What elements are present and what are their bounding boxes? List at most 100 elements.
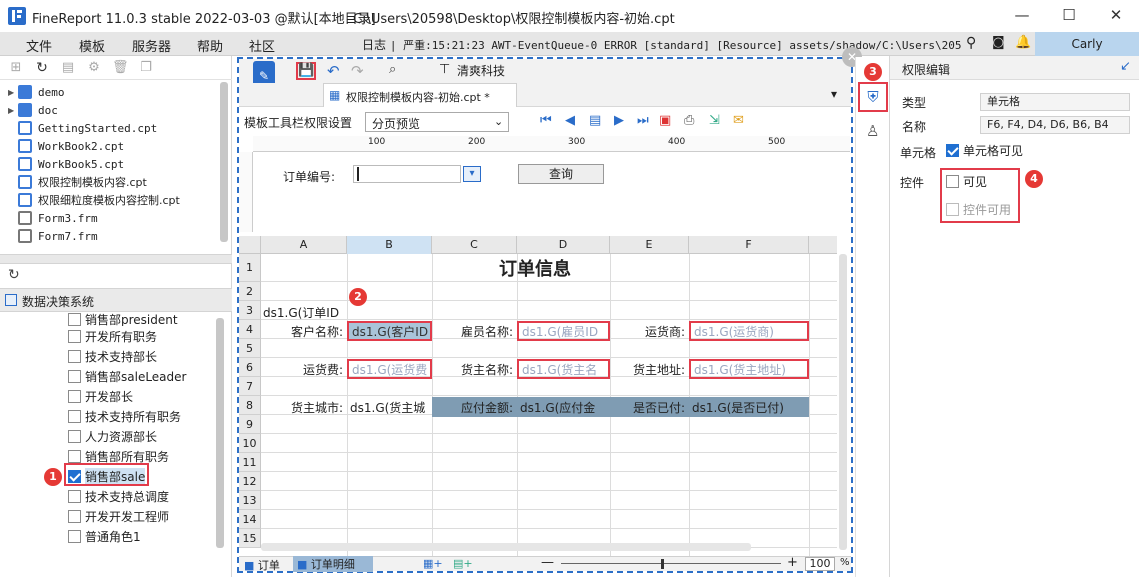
user-name[interactable]: Carly [1035,32,1139,56]
file-item[interactable]: ▶ demo [8,83,65,101]
bell-icon[interactable]: 🔔 [1015,35,1031,50]
role-item[interactable]: 开发所有职务 [68,326,157,346]
row-header[interactable]: 5 [239,339,261,358]
prev-page-icon[interactable]: ◀ [565,113,575,128]
grid-vertical-scrollbar[interactable] [839,254,847,550]
panel-splitter[interactable] [0,254,232,264]
preview-icon[interactable]: ⌕ [389,62,396,77]
cell-b4[interactable]: ds1.G(客户ID [347,321,432,341]
cell-f6[interactable]: ds1.G(货主地址) [689,359,809,379]
order-id-input[interactable] [353,165,461,183]
column-header[interactable]: C [432,236,517,254]
refresh-roles-icon[interactable]: ↻ [8,267,20,283]
bubble-icon[interactable]: ◙ [992,35,1005,50]
last-page-icon[interactable]: ⏭ [637,113,649,128]
role-item[interactable]: 技术支持部长 [68,346,157,366]
menu-help[interactable]: 帮助 [197,36,223,55]
add-sheet-icon[interactable]: ▦+ [423,557,443,570]
redo-icon[interactable]: ↷ [351,62,364,80]
file-item[interactable]: WorkBook2.cpt [8,137,124,155]
report-title[interactable]: 订单信息 [261,254,809,282]
zoom-in-icon[interactable]: + [787,555,798,570]
undo-icon[interactable]: ↶ [327,62,340,80]
row-header[interactable]: 15 [239,529,261,548]
row-header[interactable]: 6 [239,358,261,377]
export-pdf-icon[interactable]: ▣ [659,113,671,128]
maximize-button[interactable]: ☐ [1046,0,1092,32]
log-line[interactable]: 日志 | 严重:15:21:23 AWT-EventQueue-0 ERROR … [362,36,962,53]
gear-icon[interactable]: ⚙ [86,60,102,76]
column-header[interactable]: B [347,236,432,254]
file-tree-scrollbar[interactable] [220,82,228,242]
role-item[interactable]: 销售部saleLeader [68,366,186,386]
checkbox-unchecked[interactable] [68,409,81,423]
delete-icon[interactable]: 🗑 [112,60,129,76]
minimize-button[interactable]: — [999,0,1045,32]
cell-b6[interactable]: ds1.G(运货费 [347,359,432,379]
role-item[interactable]: 开发开发工程师 [68,506,169,526]
row-header[interactable]: 2 [239,282,261,301]
email-icon[interactable]: ✉ [733,113,744,128]
cell-e4[interactable]: 运货商: [610,321,689,341]
tab-menu-icon[interactable]: ▾ [831,87,837,101]
zoom-slider-track[interactable] [561,563,781,564]
cell-c4[interactable]: 雇员名称: [432,321,517,341]
row-header[interactable]: 3 [239,301,261,320]
row-header[interactable]: 10 [239,434,261,453]
cell-b3[interactable]: ds1.G(订单ID [261,302,381,322]
print-icon[interactable]: ⎙ [684,113,694,128]
file-item[interactable]: 权限控制模板内容.cpt [8,173,147,191]
zoom-value[interactable]: 100 [805,557,835,571]
row-header[interactable]: 7 [239,377,261,396]
file-item[interactable]: WorkBook5.cpt [8,155,124,173]
column-header[interactable]: F [689,236,809,254]
report-grid[interactable]: A B C D E F 1 2 3 4 5 6 7 8 9 10 11 12 13 14 15 订单信息 d… [239,236,837,556]
file-item[interactable]: GettingStarted.cpt [8,119,157,137]
cell-f8[interactable]: ds1.G(是否已付) [689,397,809,417]
cell-a6[interactable]: 运货费: [261,359,347,379]
save-icon[interactable]: 💾 [296,62,316,80]
preview-select[interactable]: 分页预览 ⌄ [365,112,509,132]
column-header[interactable]: D [517,236,610,254]
file-item[interactable]: 权限细粒度模板内容控制.cpt [8,191,180,209]
checkbox-unchecked[interactable] [68,389,81,403]
role-item[interactable]: 普通角色1 [68,526,141,546]
user-icon[interactable]: ♙ [866,122,879,140]
export-icon[interactable]: ⇲ [709,113,720,128]
column-header[interactable]: E [610,236,689,254]
widget-visible-checkbox[interactable]: 可见 [946,173,987,190]
row-header[interactable]: 9 [239,415,261,434]
row-header[interactable]: 12 [239,472,261,491]
close-button[interactable]: ✕ [1093,0,1139,32]
add-form-icon[interactable]: ▤+ [453,557,473,570]
cell-c6[interactable]: 货主名称: [432,359,517,379]
sheet-tab-order[interactable]: ■ 订单 [244,557,280,573]
row-header[interactable]: 13 [239,491,261,510]
cell-d4[interactable]: ds1.G(雇员ID [517,321,610,341]
role-item[interactable]: 技术支持总调度 [68,486,169,506]
checkbox-unchecked[interactable] [68,449,81,463]
search-icon[interactable]: ⚲ [966,35,976,51]
menu-server[interactable]: 服务器 [132,36,171,55]
role-list-scrollbar[interactable] [216,318,224,548]
grid-horizontal-scrollbar[interactable] [261,543,751,551]
widget-enabled-checkbox[interactable]: 控件可用 [946,201,1011,218]
row-header[interactable]: 1 [239,254,261,282]
template-tab[interactable]: ▦ 权限控制模板内容-初始.cpt * [323,83,517,107]
role-item[interactable]: 销售部president [68,312,178,326]
template-icon[interactable]: ▤ [60,60,76,76]
system-bar[interactable]: 数据决策系统 [0,288,232,312]
menu-template[interactable]: 模板 [79,36,105,55]
next-page-icon[interactable]: ▶ [614,113,624,128]
page-list-icon[interactable]: ▤ [589,113,601,128]
cell-e8[interactable]: 是否已付: [610,397,689,417]
role-item[interactable]: 技术支持所有职务 [68,406,181,426]
checkbox-unchecked[interactable] [68,349,81,363]
role-item[interactable]: 人力资源部长 [68,426,157,446]
checkbox-unchecked[interactable] [68,312,81,326]
checkbox-unchecked[interactable] [68,429,81,443]
dropdown-icon[interactable]: ▾ [463,166,481,182]
file-item[interactable]: Form3.frm [8,209,98,227]
cell-a8[interactable]: 货主城市: [261,397,347,417]
row-header[interactable]: 14 [239,510,261,529]
